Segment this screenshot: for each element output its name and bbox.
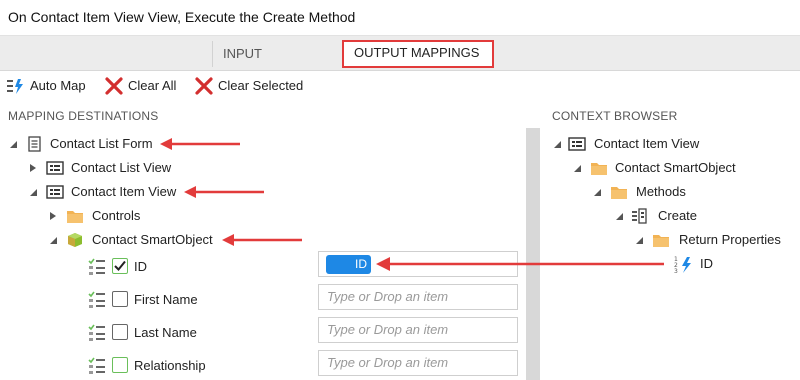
svg-text:3: 3: [674, 268, 678, 274]
clear-x-icon: [195, 77, 213, 95]
property-label: ID: [134, 259, 147, 274]
method-icon: [632, 208, 647, 224]
view-icon: [46, 185, 64, 199]
tree-node-contact-list-form[interactable]: Contact List Form: [8, 133, 238, 155]
tab-input-mappings[interactable]: INPUT MAPPINGS: [212, 41, 340, 87]
toolbar: Auto Map Clear All Clear Selected: [0, 71, 800, 101]
property-checkbox[interactable]: [112, 258, 128, 274]
clear-all-label: Clear All: [128, 78, 177, 93]
context-node-label: Return Properties: [679, 232, 781, 247]
expanded-triangle-icon: [636, 237, 643, 244]
property-row-relationship[interactable]: Relationship: [88, 354, 268, 378]
autonumber-property-icon: 1 2 3: [674, 256, 691, 274]
context-node-label: Methods: [636, 184, 686, 199]
mapping-field-id[interactable]: ID: [318, 251, 518, 277]
property-list-icon: [88, 291, 105, 308]
clear-x-icon: [105, 77, 123, 95]
tab-output-mappings[interactable]: OUTPUT MAPPINGS: [342, 40, 494, 68]
property-label: First Name: [134, 292, 198, 307]
tree-node-contact-list-view[interactable]: Contact List View: [28, 157, 208, 179]
property-row-id[interactable]: ID: [88, 255, 268, 279]
tree-node-label: Contact Item View: [71, 184, 177, 199]
property-row-first-name[interactable]: First Name: [88, 288, 268, 312]
property-list-icon: [88, 357, 105, 374]
title-bar: On Contact Item View View, Execute the C…: [0, 0, 800, 36]
folder-icon: [591, 163, 607, 175]
context-node-return-properties[interactable]: Return Properties: [634, 229, 794, 251]
property-label: Last Name: [134, 325, 197, 340]
view-icon: [46, 161, 64, 175]
collapsed-triangle-icon: [30, 164, 36, 172]
property-row-last-name[interactable]: Last Name: [88, 321, 268, 345]
tab-strip: INPUT MAPPINGS OUTPUT MAPPINGS: [0, 36, 800, 87]
clear-selected-label: Clear Selected: [218, 78, 304, 93]
auto-map-icon: [7, 79, 23, 94]
context-node-label: ID: [700, 256, 713, 271]
context-node-create[interactable]: Create: [614, 205, 724, 227]
tree-node-label: Contact List Form: [50, 136, 153, 151]
mapping-field-relationship[interactable]: Type or Drop an item: [318, 350, 518, 376]
expanded-triangle-icon: [594, 189, 601, 196]
pane-splitter[interactable]: [526, 128, 540, 380]
expanded-triangle-icon: [554, 141, 561, 148]
auto-map-label: Auto Map: [30, 78, 86, 93]
form-icon: [28, 136, 41, 152]
view-icon: [568, 137, 586, 151]
mapping-field-first-name[interactable]: Type or Drop an item: [318, 284, 518, 310]
property-checkbox[interactable]: [112, 357, 128, 373]
property-label: Relationship: [134, 358, 206, 373]
clear-selected-button[interactable]: Clear Selected: [194, 75, 310, 97]
mapping-destinations-header: MAPPING DESTINATIONS: [8, 109, 159, 123]
context-node-id[interactable]: 1 2 3 ID: [674, 253, 754, 275]
property-list-icon: [88, 324, 105, 341]
context-node-contact-item-view[interactable]: Contact Item View: [552, 133, 752, 155]
context-node-contact-smartobject[interactable]: Contact SmartObject: [572, 157, 772, 179]
context-node-methods[interactable]: Methods: [592, 181, 722, 203]
smartobject-cube-icon: [68, 233, 82, 247]
expanded-triangle-icon: [50, 237, 57, 244]
context-node-label: Contact SmartObject: [615, 160, 736, 175]
folder-icon: [653, 235, 669, 247]
tree-node-contact-smartobject[interactable]: Contact SmartObject: [48, 229, 238, 251]
context-node-label: Contact Item View: [594, 136, 700, 151]
expanded-triangle-icon: [30, 189, 37, 196]
window-title: On Contact Item View View, Execute the C…: [8, 9, 356, 25]
expanded-triangle-icon: [616, 213, 623, 220]
tree-node-contact-item-view[interactable]: Contact Item View: [28, 181, 208, 203]
auto-map-button[interactable]: Auto Map: [6, 75, 96, 97]
folder-icon: [611, 187, 627, 199]
expanded-triangle-icon: [10, 141, 17, 148]
property-list-icon: [88, 258, 105, 275]
folder-icon: [67, 211, 83, 223]
property-checkbox[interactable]: [112, 324, 128, 340]
expanded-triangle-icon: [574, 165, 581, 172]
tree-node-label: Contact List View: [71, 160, 172, 175]
context-node-label: Create: [658, 208, 698, 223]
context-browser-header: CONTEXT BROWSER: [552, 109, 678, 123]
collapsed-triangle-icon: [50, 212, 56, 220]
tree-node-label: Controls: [92, 208, 141, 223]
mapped-item-chip[interactable]: ID: [326, 255, 371, 274]
property-checkbox[interactable]: [112, 291, 128, 307]
mapping-field-last-name[interactable]: Type or Drop an item: [318, 317, 518, 343]
tree-node-label: Contact SmartObject: [92, 232, 213, 247]
tree-node-controls[interactable]: Controls: [48, 205, 158, 227]
clear-all-button[interactable]: Clear All: [104, 75, 186, 97]
